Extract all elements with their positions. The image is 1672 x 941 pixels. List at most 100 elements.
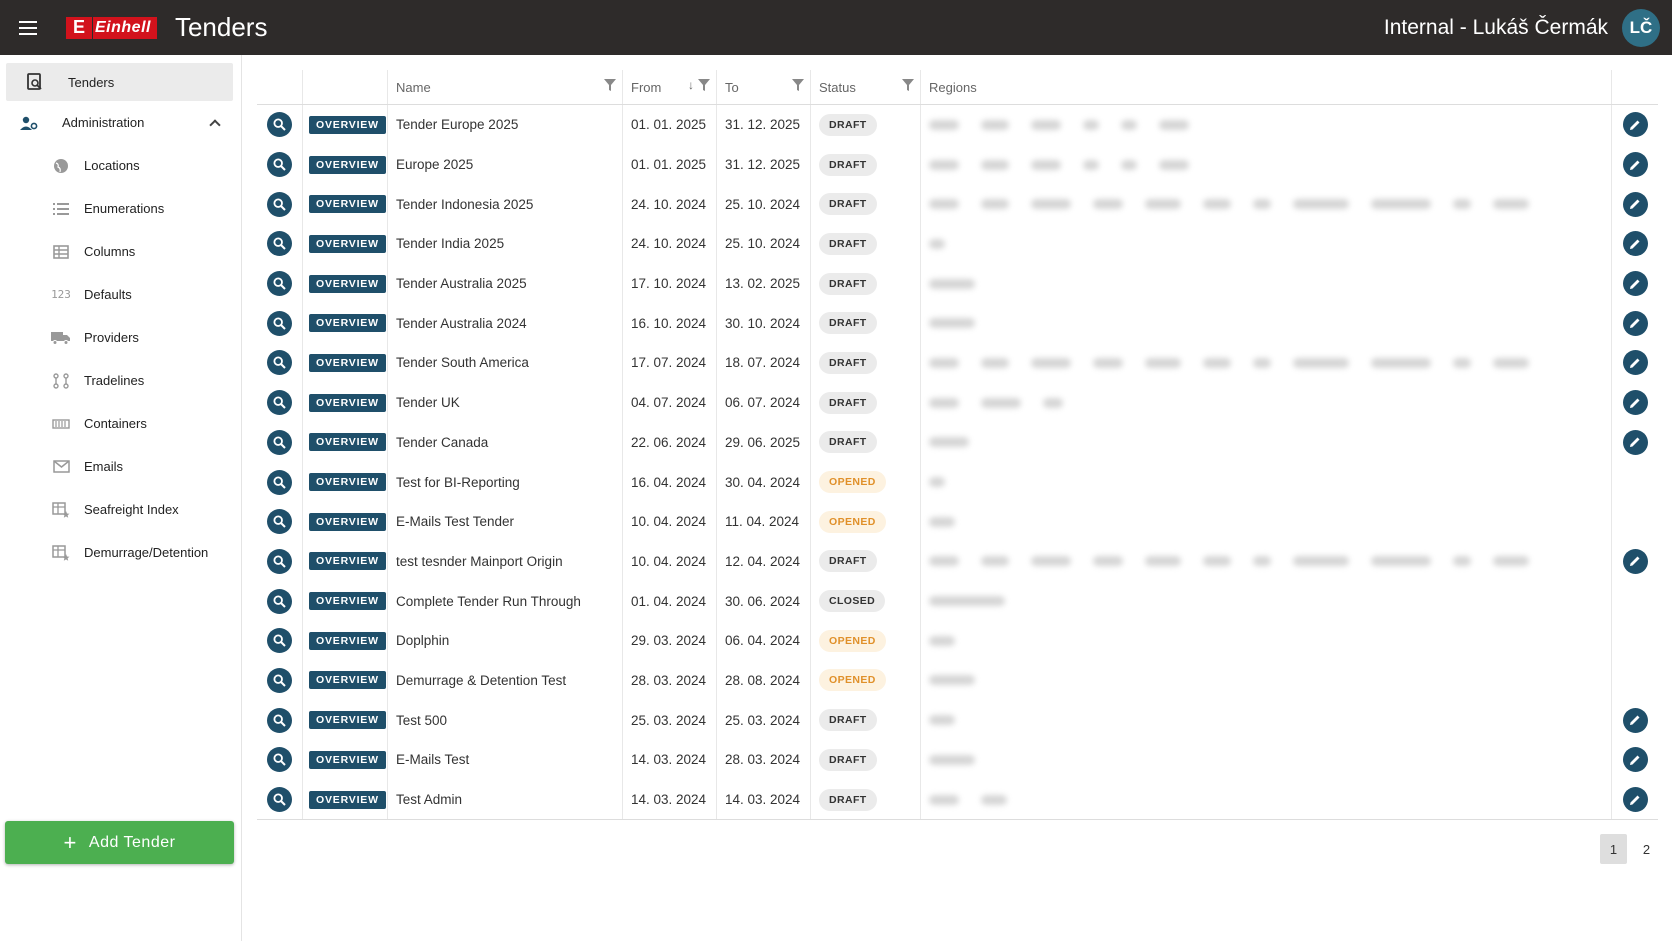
edit-pencil-icon[interactable] bbox=[1622, 548, 1648, 574]
hamburger-menu-icon[interactable] bbox=[0, 0, 56, 55]
search-icon[interactable] bbox=[267, 787, 292, 813]
filter-icon[interactable] bbox=[698, 79, 710, 91]
overview-button[interactable]: OVERVIEW bbox=[309, 393, 386, 412]
overview-button[interactable]: OVERVIEW bbox=[309, 155, 386, 174]
search-icon[interactable] bbox=[267, 509, 292, 535]
blurred-regions bbox=[929, 278, 975, 289]
header-from[interactable]: From ↓ bbox=[623, 70, 717, 104]
table-row: OVERVIEW test tesnder Mainport Origin 10. … bbox=[257, 541, 1658, 582]
sidebar-item-providers[interactable]: Providers bbox=[0, 316, 241, 359]
search-icon[interactable] bbox=[267, 310, 292, 336]
blurred-regions bbox=[929, 238, 945, 249]
header-edit-col bbox=[1612, 70, 1658, 104]
page-2-button[interactable]: 2 bbox=[1633, 834, 1660, 864]
add-tender-label: Add Tender bbox=[88, 833, 176, 851]
cell-to: 18. 07. 2024 bbox=[717, 343, 811, 383]
region-blur-chip bbox=[929, 357, 959, 368]
overview-button[interactable]: OVERVIEW bbox=[309, 592, 386, 611]
overview-button[interactable]: OVERVIEW bbox=[309, 552, 386, 571]
cell-overview: OVERVIEW bbox=[303, 501, 388, 542]
edit-pencil-icon[interactable] bbox=[1622, 390, 1648, 416]
sidebar-item-administration[interactable]: Administration bbox=[0, 101, 241, 144]
sidebar-item-label: Seafreight Index bbox=[84, 502, 179, 517]
sidebar-item-tenders[interactable]: Tenders bbox=[6, 63, 233, 101]
overview-button[interactable]: OVERVIEW bbox=[309, 750, 386, 769]
region-blur-chip bbox=[929, 199, 959, 210]
container-icon bbox=[44, 418, 78, 430]
cell-edit bbox=[1612, 700, 1658, 740]
edit-pencil-icon[interactable] bbox=[1622, 231, 1648, 257]
search-icon[interactable] bbox=[267, 271, 292, 297]
overview-button[interactable]: OVERVIEW bbox=[309, 671, 386, 690]
sidebar-item-enumerations[interactable]: Enumerations bbox=[0, 187, 241, 230]
filter-icon[interactable] bbox=[792, 79, 804, 91]
overview-button[interactable]: OVERVIEW bbox=[309, 512, 386, 531]
sidebar-item-demurrage-detention[interactable]: Demurrage/Detention bbox=[0, 531, 241, 574]
search-icon[interactable] bbox=[267, 350, 292, 376]
search-icon[interactable] bbox=[267, 747, 292, 773]
overview-button[interactable]: OVERVIEW bbox=[309, 711, 386, 730]
overview-button[interactable]: OVERVIEW bbox=[309, 631, 386, 650]
edit-pencil-icon[interactable] bbox=[1622, 152, 1648, 178]
edit-pencil-icon[interactable] bbox=[1622, 112, 1648, 138]
cell-status: DRAFT bbox=[811, 382, 921, 423]
edit-pencil-icon[interactable] bbox=[1622, 747, 1648, 773]
blurred-regions bbox=[929, 635, 955, 646]
search-icon[interactable] bbox=[267, 390, 292, 416]
overview-button[interactable]: OVERVIEW bbox=[309, 353, 386, 372]
edit-pencil-icon[interactable] bbox=[1622, 787, 1648, 813]
cell-overview: OVERVIEW bbox=[303, 541, 388, 582]
header-to[interactable]: To bbox=[717, 70, 811, 104]
header-name[interactable]: Name bbox=[388, 70, 623, 104]
edit-pencil-icon[interactable] bbox=[1622, 191, 1648, 217]
cell-regions bbox=[921, 779, 1612, 820]
page-1-button[interactable]: 1 bbox=[1600, 834, 1627, 864]
cell-regions bbox=[921, 303, 1612, 344]
cell-edit bbox=[1612, 184, 1658, 224]
region-blur-chip bbox=[1145, 199, 1181, 210]
filter-icon[interactable] bbox=[604, 79, 616, 91]
overview-button[interactable]: OVERVIEW bbox=[309, 195, 386, 214]
search-icon[interactable] bbox=[267, 548, 292, 574]
edit-pencil-icon[interactable] bbox=[1622, 271, 1648, 297]
search-icon[interactable] bbox=[267, 231, 292, 257]
search-icon[interactable] bbox=[267, 667, 292, 693]
cell-name: Tender Indonesia 2025 bbox=[388, 184, 623, 225]
sidebar-item-tradelines[interactable]: Tradelines bbox=[0, 359, 241, 402]
sidebar-item-defaults[interactable]: 123 Defaults bbox=[0, 273, 241, 316]
search-icon[interactable] bbox=[267, 112, 292, 138]
overview-button[interactable]: OVERVIEW bbox=[309, 234, 386, 253]
search-icon[interactable] bbox=[267, 588, 292, 614]
sort-arrow-icon[interactable]: ↓ bbox=[688, 78, 694, 92]
filter-icon[interactable] bbox=[902, 79, 914, 91]
add-tender-button[interactable]: + Add Tender bbox=[5, 821, 234, 864]
search-icon[interactable] bbox=[267, 628, 292, 654]
overview-button[interactable]: OVERVIEW bbox=[309, 274, 386, 293]
cell-search bbox=[257, 224, 303, 264]
cell-edit bbox=[1612, 423, 1658, 463]
edit-pencil-icon[interactable] bbox=[1622, 429, 1648, 455]
search-icon[interactable] bbox=[267, 469, 292, 495]
avatar[interactable]: LČ bbox=[1622, 8, 1660, 47]
search-icon[interactable] bbox=[267, 191, 292, 217]
overview-button[interactable]: OVERVIEW bbox=[309, 433, 386, 452]
sidebar-item-containers[interactable]: Containers bbox=[0, 402, 241, 445]
einhell-logo[interactable]: E Einhell bbox=[66, 16, 157, 39]
overview-button[interactable]: OVERVIEW bbox=[309, 473, 386, 492]
sidebar-item-label: Tenders bbox=[68, 74, 115, 90]
sidebar-item-locations[interactable]: Locations bbox=[0, 144, 241, 187]
search-icon[interactable] bbox=[267, 152, 292, 178]
overview-button[interactable]: OVERVIEW bbox=[309, 790, 386, 809]
overview-button[interactable]: OVERVIEW bbox=[309, 115, 386, 134]
sidebar-item-emails[interactable]: Emails bbox=[0, 445, 241, 488]
chevron-up-icon[interactable] bbox=[209, 118, 221, 131]
edit-pencil-icon[interactable] bbox=[1622, 350, 1648, 376]
search-icon[interactable] bbox=[267, 429, 292, 455]
edit-pencil-icon[interactable] bbox=[1622, 707, 1648, 733]
sidebar-item-seafreight-index[interactable]: Seafreight Index bbox=[0, 488, 241, 531]
sidebar-item-columns[interactable]: Columns bbox=[0, 230, 241, 273]
search-icon[interactable] bbox=[267, 707, 292, 733]
edit-pencil-icon[interactable] bbox=[1622, 310, 1648, 336]
header-status[interactable]: Status bbox=[811, 70, 921, 104]
overview-button[interactable]: OVERVIEW bbox=[309, 314, 386, 333]
